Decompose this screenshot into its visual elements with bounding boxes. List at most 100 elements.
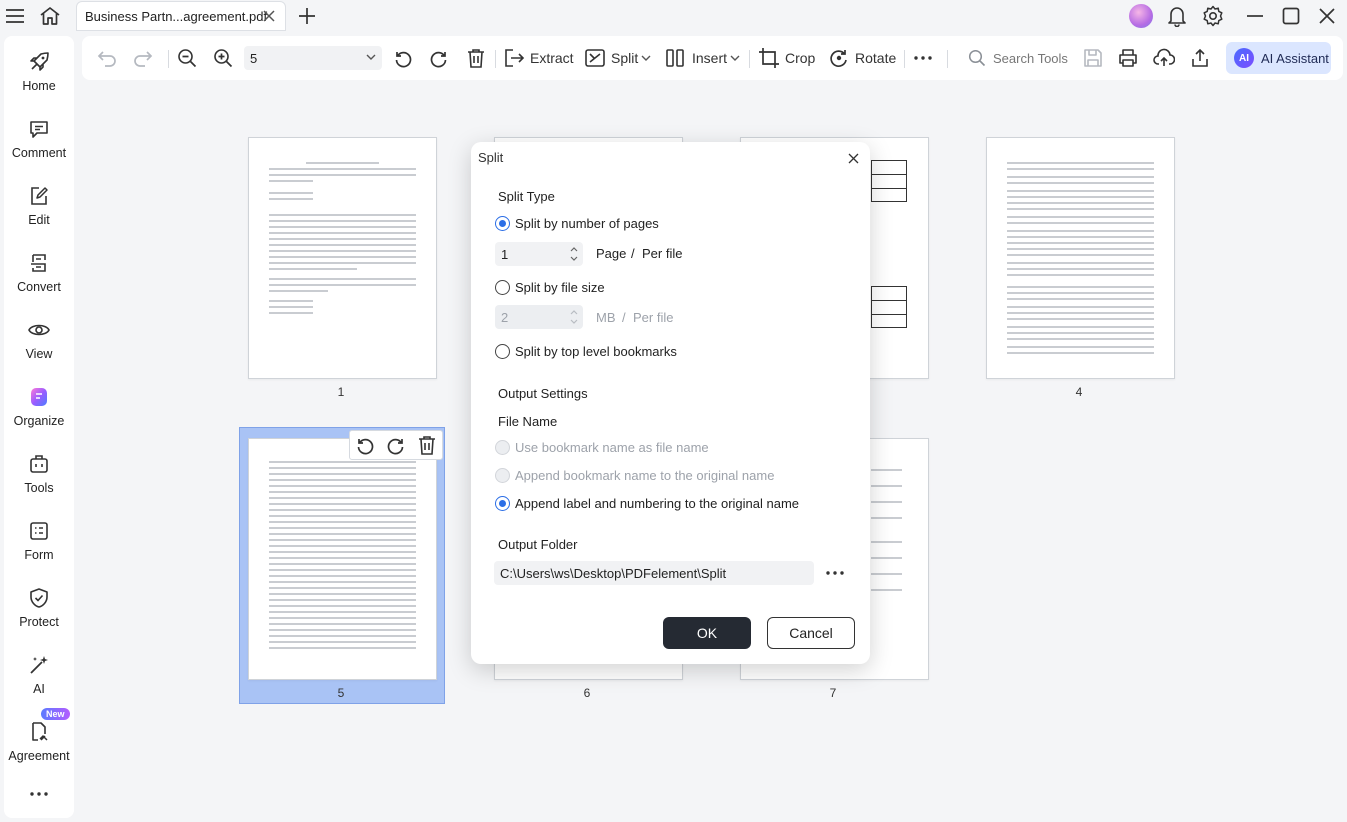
ai-assistant-button[interactable]: AI AI Assistant <box>1226 42 1331 74</box>
chevron-down-icon <box>730 53 740 63</box>
append-bookmark-option[interactable]: Append bookmark name to the original nam… <box>495 468 774 483</box>
sidebar-item-home[interactable]: Home <box>4 40 74 100</box>
upload-cloud-button[interactable] <box>1153 46 1175 70</box>
ai-wand-icon <box>27 653 51 677</box>
sidebar-item-comment[interactable]: Comment <box>4 107 74 167</box>
browse-folder-button[interactable] <box>824 565 846 581</box>
rotate-page-right-icon[interactable] <box>386 435 406 455</box>
sidebar-item-agreement[interactable]: New Agreement <box>4 708 74 770</box>
sidebar-item-view[interactable]: View <box>4 308 74 368</box>
redo-button[interactable] <box>132 46 154 70</box>
chevron-down-icon <box>641 53 651 63</box>
menu-icon[interactable] <box>3 4 27 28</box>
split-by-size-option[interactable]: Split by file size <box>495 280 605 295</box>
home-icon[interactable] <box>38 4 62 28</box>
crop-label: Crop <box>785 50 816 66</box>
more-horizontal-icon <box>826 571 844 575</box>
page-text-placeholder <box>269 162 416 354</box>
rotate-label: Rotate <box>855 50 897 66</box>
zoom-in-button[interactable] <box>212 46 234 70</box>
rotate-left-button[interactable] <box>392 46 414 70</box>
zoom-out-icon <box>176 47 198 69</box>
sidebar-item-edit[interactable]: Edit <box>4 174 74 234</box>
unit-slash: / <box>622 310 626 325</box>
sidebar-item-organize[interactable]: Organize <box>4 375 74 435</box>
sidebar-item-ai[interactable]: AI <box>4 643 74 703</box>
unit-slash: / <box>631 246 635 261</box>
zoom-in-icon <box>212 47 234 69</box>
append-label-radio[interactable] <box>495 496 510 511</box>
avatar[interactable] <box>1129 4 1153 28</box>
rotate-right-button[interactable] <box>428 46 450 70</box>
split-by-pages-option[interactable]: Split by number of pages <box>495 216 659 231</box>
split-by-pages-radio[interactable] <box>495 216 510 231</box>
new-tab-icon[interactable] <box>295 4 319 28</box>
stepper-arrows-icon[interactable] <box>569 307 579 327</box>
close-tab-icon[interactable] <box>261 8 277 24</box>
toolbar-separator <box>904 50 905 68</box>
append-label-option[interactable]: Append label and numbering to the origin… <box>495 496 799 511</box>
sidebar-item-tools[interactable]: Tools <box>4 442 74 502</box>
page-number-select[interactable]: 5 <box>244 46 382 70</box>
table-box <box>871 160 907 202</box>
crop-icon <box>758 47 780 69</box>
close-dialog-icon[interactable] <box>845 150 861 166</box>
bookmark-name-radio[interactable] <box>495 440 510 455</box>
minimize-icon[interactable] <box>1243 4 1267 28</box>
extract-button[interactable]: Extract <box>503 46 574 70</box>
rotate-button[interactable]: Rotate <box>828 46 896 70</box>
rotate-page-left-icon[interactable] <box>355 435 375 455</box>
agreement-icon <box>27 720 51 744</box>
insert-button[interactable]: Insert <box>665 46 740 70</box>
search-icon <box>968 49 986 67</box>
share-button[interactable] <box>1189 46 1211 70</box>
append-bookmark-label: Append bookmark name to the original nam… <box>515 468 775 483</box>
organize-icon <box>27 385 51 409</box>
stepper-arrows-icon[interactable] <box>569 244 579 264</box>
print-button[interactable] <box>1117 46 1139 70</box>
sidebar-item-form[interactable]: Form <box>4 509 74 569</box>
file-size-stepper[interactable]: 2 <box>495 305 583 329</box>
sidebar-item-label: Edit <box>28 213 50 227</box>
notification-bell-icon[interactable] <box>1165 4 1189 28</box>
document-tab[interactable]: Business Partn...agreement.pdf <box>76 1 286 31</box>
close-window-icon[interactable] <box>1315 4 1339 28</box>
bookmark-name-label: Use bookmark name as file name <box>515 440 709 455</box>
delete-button[interactable] <box>465 46 487 70</box>
page-number-label: 6 <box>583 686 591 700</box>
crop-button[interactable]: Crop <box>758 46 815 70</box>
split-button[interactable]: Split <box>584 46 651 70</box>
page-thumbnail-5[interactable] <box>248 438 437 680</box>
comment-icon <box>27 117 51 141</box>
delete-page-icon[interactable] <box>417 435 437 455</box>
sidebar-item-convert[interactable]: Convert <box>4 241 74 301</box>
output-folder-input[interactable]: C:\Users\ws\Desktop\PDFelement\Split <box>494 561 814 585</box>
search-tools-input[interactable]: Search Tools <box>968 46 1068 70</box>
pages-per-file-stepper[interactable]: 1 <box>495 242 583 266</box>
settings-gear-icon[interactable] <box>1201 4 1225 28</box>
page-number-label: 4 <box>1075 385 1083 399</box>
page-text-placeholder <box>1007 162 1154 354</box>
sidebar-item-protect[interactable]: Protect <box>4 576 74 636</box>
redo-icon <box>132 47 154 69</box>
undo-button[interactable] <box>96 46 118 70</box>
output-settings-heading: Output Settings <box>498 386 588 401</box>
cancel-button[interactable]: Cancel <box>767 617 855 649</box>
append-bookmark-radio[interactable] <box>495 468 510 483</box>
toolbar-separator <box>495 50 496 68</box>
split-by-bookmarks-option[interactable]: Split by top level bookmarks <box>495 344 677 359</box>
page-thumbnail-4[interactable] <box>986 137 1175 379</box>
split-by-bookmarks-radio[interactable] <box>495 344 510 359</box>
page-thumbnail-1[interactable] <box>248 137 437 379</box>
ai-logo-icon: AI <box>1234 48 1254 68</box>
more-tools-button[interactable] <box>912 46 934 70</box>
bookmark-name-option[interactable]: Use bookmark name as file name <box>495 440 709 455</box>
form-icon <box>27 519 51 543</box>
page-number-label: 7 <box>829 686 837 700</box>
save-button[interactable] <box>1082 46 1104 70</box>
zoom-out-button[interactable] <box>176 46 198 70</box>
sidebar-more-icon[interactable] <box>28 788 50 800</box>
split-by-size-radio[interactable] <box>495 280 510 295</box>
maximize-icon[interactable] <box>1279 4 1303 28</box>
ok-button[interactable]: OK <box>663 617 751 649</box>
